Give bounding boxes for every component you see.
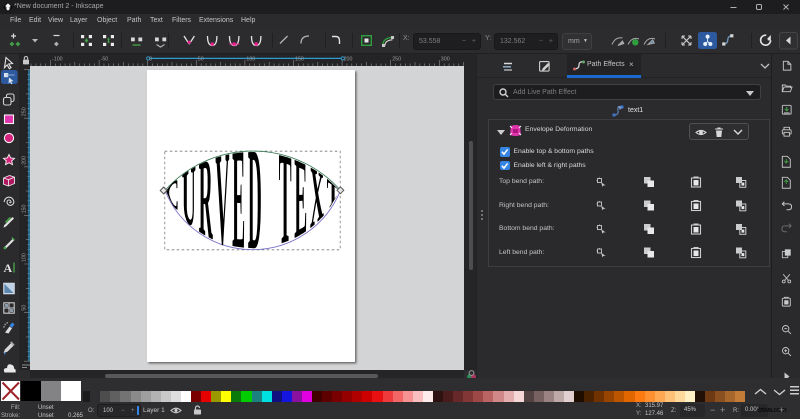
- svg-text:-100: -100: [52, 57, 63, 63]
- svg-text:250: 250: [22, 107, 28, 116]
- svg-text:100: 100: [246, 57, 255, 63]
- svg-text:250: 250: [392, 57, 401, 63]
- svg-text:200: 200: [344, 57, 353, 63]
- svg-text:200: 200: [22, 156, 28, 165]
- svg-text:100: 100: [22, 253, 28, 262]
- svg-text:150: 150: [22, 205, 28, 214]
- svg-text:A: A: [4, 261, 13, 275]
- svg-text:300: 300: [441, 57, 450, 63]
- svg-text:50: 50: [198, 57, 204, 63]
- svg-text:-50: -50: [101, 57, 109, 63]
- svg-text:0: 0: [149, 57, 152, 63]
- svg-text:150: 150: [295, 57, 304, 63]
- svg-text:50: 50: [22, 305, 28, 311]
